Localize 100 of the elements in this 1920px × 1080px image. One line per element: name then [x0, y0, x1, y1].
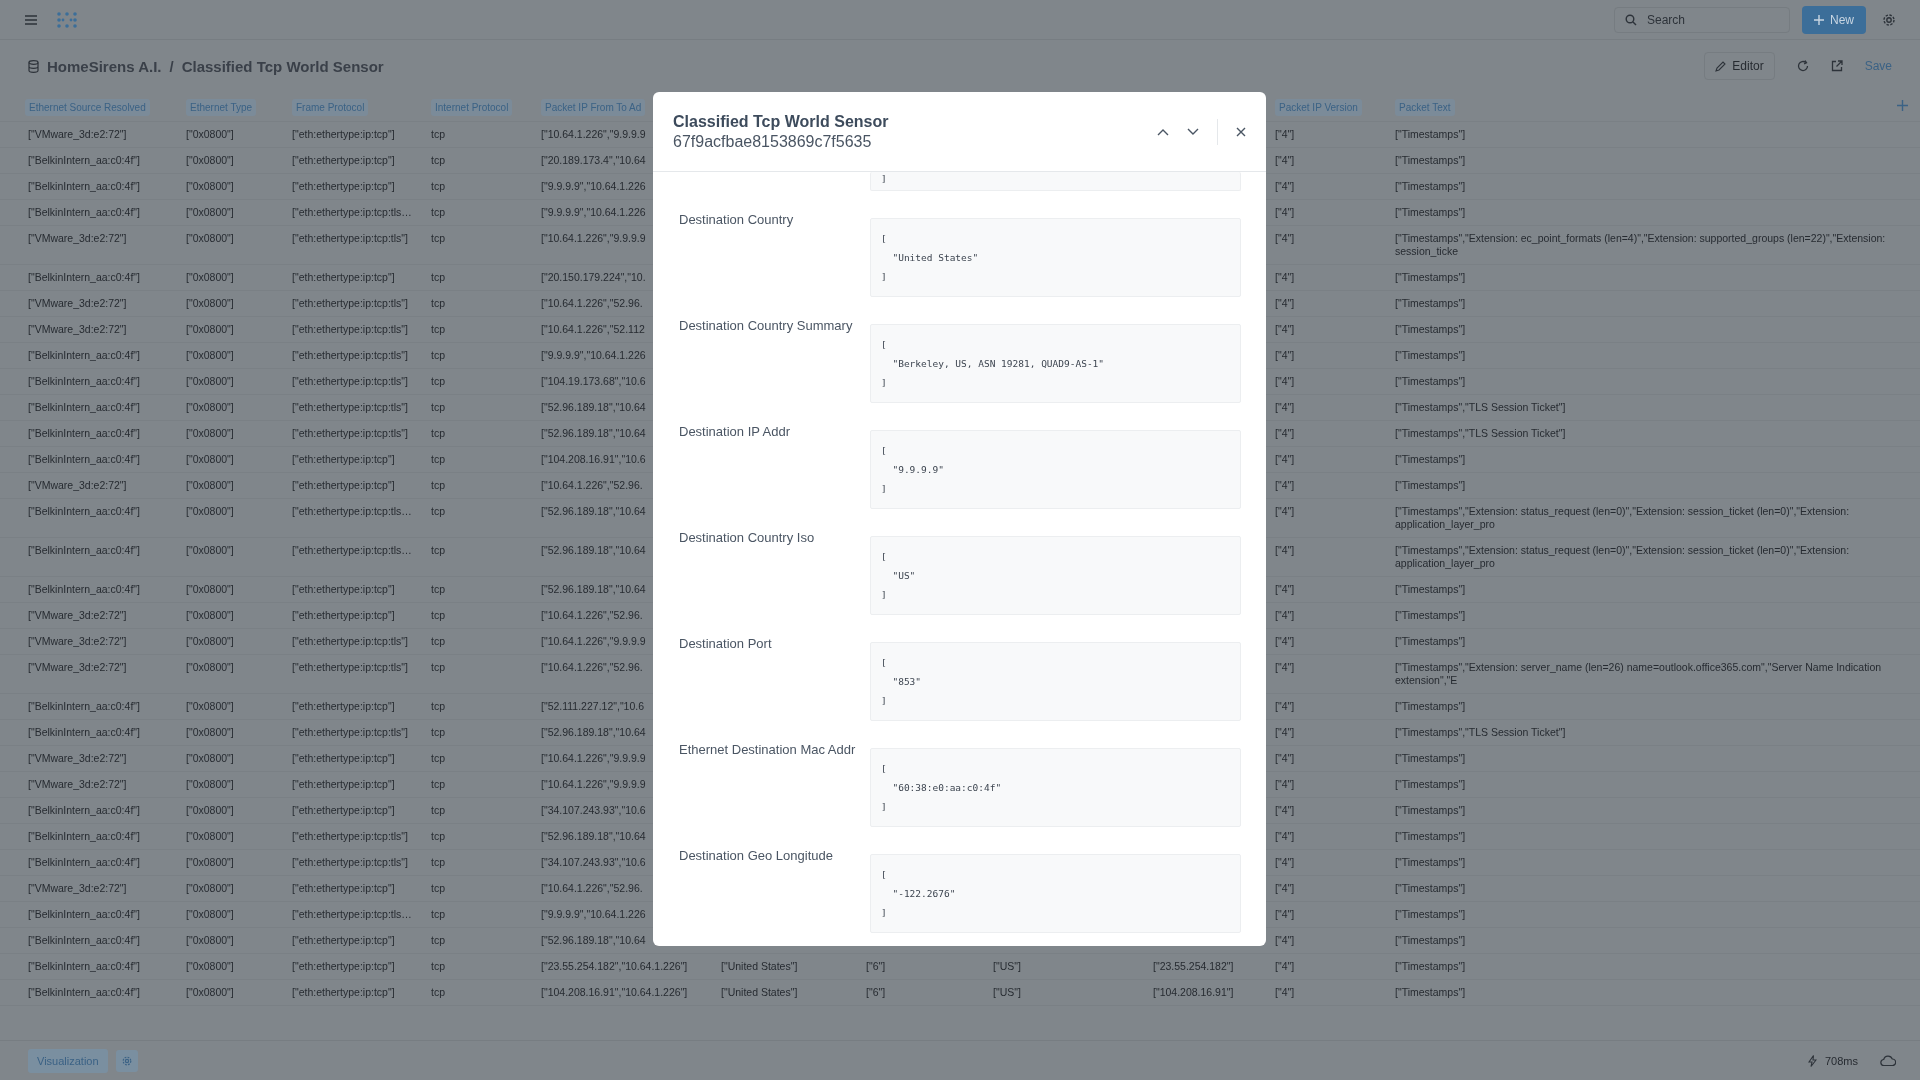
table-cell: ["BelkinIntern_aa:c0:4f"] [28, 427, 140, 439]
table-cell: ["0x0800"] [186, 882, 234, 894]
table-cell: tcp [431, 323, 445, 335]
database-icon [28, 59, 39, 73]
table-cell: ["eth:ethertype:ip:tcp"] [292, 700, 395, 712]
table-cell: ["Timestamps"] [1395, 479, 1466, 491]
table-cell: ["0x0800"] [186, 128, 234, 140]
table-cell: ["4"] [1275, 323, 1295, 335]
table-cell: tcp [431, 271, 445, 283]
settings-icon[interactable] [1882, 12, 1896, 27]
table-cell: ["0x0800"] [186, 427, 234, 439]
table-cell: tcp [431, 154, 445, 166]
column-header[interactable]: Packet IP Version [1275, 98, 1362, 116]
table-cell: ["52.96.189.18","10.64 [541, 544, 646, 556]
chevron-up-icon[interactable] [1157, 127, 1169, 136]
table-cell: tcp [431, 427, 445, 439]
table-cell: ["eth:ethertype:ip:tcp"] [292, 752, 395, 764]
table-cell: ["US"] [993, 986, 1021, 998]
table-cell: ["Timestamps","Extension: server_name (len=26) name=outlook.office365.com","Server Name Indication extension","E [1395, 661, 1882, 686]
table-cell: ["0x0800"] [186, 778, 234, 790]
table-cell: ["4"] [1275, 778, 1295, 790]
table-cell: ["9.9.9.9","10.64.1.226 [541, 349, 646, 361]
table-cell: ["Timestamps","TLS Session Ticket"] [1395, 401, 1566, 413]
visualization-button[interactable]: Visualization [28, 1048, 108, 1073]
record-id: 67f9acfbae8153869c7f5635 [673, 132, 873, 151]
table-cell: tcp [431, 752, 445, 764]
visualization-settings-button[interactable] [115, 1049, 138, 1072]
table-cell: ["4"] [1275, 180, 1295, 192]
table-cell: ["52.96.189.18","10.64 [541, 934, 646, 946]
table-cell: ["BelkinIntern_aa:c0:4f"] [28, 960, 140, 972]
new-button[interactable]: New [1802, 5, 1866, 34]
column-header[interactable]: Packet IP From To Ad [541, 98, 646, 116]
search-input[interactable]: Search [1645, 11, 1779, 28]
table-cell: ["0x0800"] [186, 609, 234, 621]
table-cell: ["0x0800"] [186, 505, 234, 517]
table-cell: ["9.9.9.9","10.64.1.226 [541, 206, 646, 218]
table-cell: ["eth:ethertype:ip:tcp:tls"] [292, 830, 408, 842]
table-cell: ["4"] [1275, 830, 1295, 842]
table-cell: tcp [431, 804, 445, 816]
search-field[interactable]: Search [1614, 6, 1790, 33]
column-header[interactable]: Packet Text [1395, 98, 1455, 116]
table-cell: ["eth:ethertype:ip:tcp"] [292, 453, 395, 465]
table-cell: ["eth:ethertype:ip:tcp:tls"] [292, 726, 408, 738]
table-cell: ["Timestamps"] [1395, 154, 1466, 166]
table-cell: ["BelkinIntern_aa:c0:4f"] [28, 908, 140, 920]
table-cell: tcp [431, 960, 445, 972]
table-cell: ["BelkinIntern_aa:c0:4f"] [28, 583, 140, 595]
table-cell: ["0x0800"] [186, 544, 234, 556]
table-cell: ["4"] [1275, 427, 1295, 439]
column-header[interactable]: Frame Protocol [292, 98, 369, 116]
column-header[interactable]: Ethernet Source Resolved [25, 98, 150, 116]
table-cell: ["0x0800"] [186, 908, 234, 920]
chevron-down-icon[interactable] [1187, 127, 1199, 136]
table-cell: ["4"] [1275, 271, 1295, 283]
column-header[interactable]: Ethernet Type [186, 98, 257, 116]
table-cell: ["4"] [1275, 752, 1295, 764]
table-cell: tcp [431, 830, 445, 842]
table-cell: ["0x0800"] [186, 453, 234, 465]
table-cell: ["0x0800"] [186, 726, 234, 738]
table-cell: tcp [431, 479, 445, 491]
field-value: [ "60:38:e0:aa:c0:4f" ] [870, 748, 1241, 827]
table-cell: ["eth:ethertype:ip:tcp"] [292, 479, 395, 491]
workspace-link[interactable]: HomeSirens A.I. [47, 57, 162, 75]
refresh-icon[interactable] [1796, 60, 1809, 72]
external-link-icon[interactable] [1830, 60, 1843, 72]
table-cell: ["20.150.179.224","10. [541, 271, 646, 283]
table-cell: ["0x0800"] [186, 479, 234, 491]
table-cell: tcp [431, 661, 445, 673]
query-time: 708ms [1824, 1054, 1858, 1067]
table-cell: ["0x0800"] [186, 804, 234, 816]
table-cell: ["0x0800"] [186, 375, 234, 387]
table-cell: tcp [431, 908, 445, 920]
close-icon[interactable] [1236, 126, 1246, 137]
table-cell: ["Timestamps"] [1395, 609, 1466, 621]
table-cell: tcp [431, 544, 445, 556]
table-cell: ["eth:ethertype:ip:tcp"] [292, 128, 395, 140]
menu-icon[interactable] [24, 13, 38, 26]
table-cell: ["52.96.189.18","10.64 [541, 427, 646, 439]
table-cell: ["4"] [1275, 635, 1295, 647]
editor-button[interactable]: Editor [1704, 52, 1775, 80]
column-header[interactable]: Internet Protocol [431, 98, 513, 116]
table-cell: ["9.9.9.9","10.64.1.226 [541, 180, 646, 192]
table-cell: ["Timestamps","Extension: ec_point_formats (len=4)","Extension: supported_groups (len=22)","Extension: session_ticke [1395, 232, 1886, 257]
table-cell: ["VMware_3d:e2:72"] [28, 752, 127, 764]
table-cell: tcp [431, 934, 445, 946]
table-cell: tcp [431, 778, 445, 790]
table-cell: ["Timestamps"] [1395, 778, 1466, 790]
table-cell: ["52.96.189.18","10.64 [541, 830, 646, 842]
table-cell: ["0x0800"] [186, 323, 234, 335]
table-cell: ["4"] [1275, 934, 1295, 946]
table-cell: ["Timestamps"] [1395, 804, 1466, 816]
table-cell: ["eth:ethertype:ip:tcp:tls"] [292, 661, 408, 673]
table-cell: ["BelkinIntern_aa:c0:4f"] [28, 375, 140, 387]
cloud-icon[interactable] [1880, 1054, 1896, 1067]
table-cell: ["10.64.1.226","9.9.9.9 [541, 232, 646, 244]
table-cell: ["0x0800"] [186, 154, 234, 166]
save-link[interactable]: Save [1864, 59, 1892, 73]
table-cell: ["BelkinIntern_aa:c0:4f"] [28, 206, 140, 218]
table-cell: ["0x0800"] [186, 960, 234, 972]
table-cell: tcp [431, 882, 445, 894]
